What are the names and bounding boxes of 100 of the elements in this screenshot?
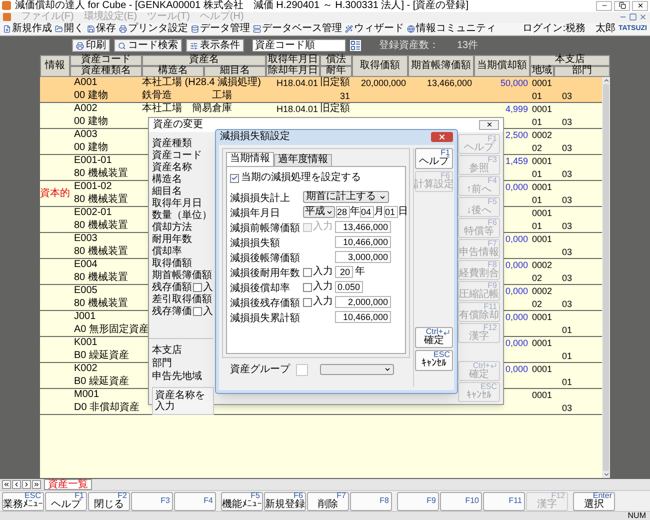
function-key[interactable]: F2 閉じる: [88, 492, 130, 510]
function-key[interactable]: Ctrl+ 確定: [415, 326, 453, 348]
table-cell-text: 02: [531, 274, 542, 283]
input-field[interactable]: 28: [336, 206, 350, 218]
input-field[interactable]: [296, 364, 308, 376]
scrollbar[interactable]: [602, 76, 610, 478]
dropdown[interactable]: [320, 364, 394, 376]
input-field[interactable]: 0.050: [335, 281, 363, 294]
dialog-title: 資産の変更: [153, 120, 203, 130]
list-icon[interactable]: [350, 40, 361, 52]
tab[interactable]: 過年度情報: [274, 154, 332, 166]
table-cell-text: 03: [561, 92, 572, 101]
column-header: 取得価額: [352, 54, 408, 77]
sheet-tab[interactable]: 資産一覧: [44, 479, 92, 490]
column-header: 部門: [554, 66, 610, 77]
minimize-button[interactable]: [596, 0, 612, 11]
scroll-up-icon[interactable]: [602, 76, 610, 84]
checkbox[interactable]: [230, 174, 239, 183]
printer-icon: [76, 42, 84, 50]
input-field[interactable]: 10,466,000: [335, 311, 391, 324]
next-sheet-button[interactable]: [22, 480, 31, 490]
dropdown[interactable]: 期首に計上する: [303, 191, 389, 204]
function-key[interactable]: ESC 業務ﾒﾆｭｰ: [2, 492, 44, 510]
field-label: 残存価額: [152, 282, 192, 294]
unit-label: 日: [398, 207, 408, 218]
input-field[interactable]: 2,000,000: [335, 296, 391, 308]
close-button[interactable]: [632, 0, 648, 11]
function-key[interactable]: F10: [440, 492, 482, 510]
last-sheet-button[interactable]: [32, 480, 41, 490]
dialog-title: 減損損失額設定: [220, 132, 290, 142]
function-key[interactable]: F7 削除: [307, 492, 349, 510]
toolbar-button[interactable]: 印刷: [72, 39, 110, 52]
input-field[interactable]: 13,466,000: [335, 221, 391, 234]
table-cell-text: 03: [561, 248, 572, 257]
table-cell-text: A0 無形固定資産: [73, 325, 150, 336]
function-key[interactable]: F11: [483, 492, 525, 510]
save-icon: [87, 24, 95, 33]
table-cell-text: K002: [73, 364, 98, 374]
table-cell-text: 03: [561, 222, 572, 231]
close-icon[interactable]: [639, 13, 647, 22]
toolbar-button[interactable]: 保存: [87, 24, 116, 34]
function-key[interactable]: F9: [397, 492, 439, 510]
checkbox[interactable]: [303, 282, 312, 292]
checkbox-label: 入力: [313, 297, 333, 308]
toolbar-button[interactable]: データベース管理: [253, 24, 342, 34]
input-field[interactable]: 10,466,000: [335, 236, 391, 248]
toolbar-button[interactable]: 開く: [55, 24, 84, 34]
name-input-box[interactable]: 資産名称を入力: [152, 386, 214, 415]
toolbar-button[interactable]: 情報コミュニティ: [407, 24, 496, 34]
sort-field[interactable]: 資産コード順: [252, 39, 346, 52]
table-cell-text: 0,000: [505, 182, 529, 192]
checkbox[interactable]: [303, 298, 312, 307]
function-key[interactable]: F8: [350, 492, 392, 510]
field-label: 構造名: [152, 174, 182, 186]
restore-button[interactable]: [614, 0, 630, 11]
checkbox[interactable]: [193, 283, 202, 292]
toolbar-button[interactable]: ウィザード: [345, 24, 404, 34]
function-key[interactable]: Enter 選択: [573, 492, 615, 510]
field-label: 資産グループ: [230, 364, 290, 375]
table-cell-text: 80 機械装置: [73, 299, 128, 310]
checkbox[interactable]: [193, 307, 202, 316]
function-key[interactable]: F5 機能ﾒﾆｭｰ: [221, 492, 263, 510]
printer-icon: [119, 24, 127, 33]
table-cell-text: 0,000: [505, 338, 529, 348]
field-label: 取得価額: [152, 258, 192, 270]
toolbar-button[interactable]: コード検索: [114, 39, 182, 52]
scroll-down-icon[interactable]: [602, 470, 610, 478]
table-cell-text: 13,466,000: [426, 78, 473, 88]
maximize-icon[interactable]: [629, 13, 637, 22]
table-cell-text: 02: [531, 300, 542, 309]
column-header: 除却年月日: [266, 66, 320, 77]
input-field[interactable]: 20: [335, 266, 353, 278]
previous-sheet-button[interactable]: [12, 480, 21, 490]
caret-icon: [379, 194, 386, 201]
function-key[interactable]: F1 ヘルプ: [415, 148, 453, 169]
toolbar-button[interactable]: データ管理: [191, 24, 250, 34]
function-key[interactable]: F3: [131, 492, 173, 510]
checkbox[interactable]: [303, 268, 312, 277]
toolbar-button[interactable]: プリンタ設定: [119, 24, 188, 34]
tab[interactable]: 当期情報: [226, 152, 274, 166]
column-header: 期首帳簿価額: [408, 54, 474, 77]
function-key[interactable]: F1 ヘルプ: [45, 492, 87, 510]
first-icon: [3, 481, 10, 488]
field-label: 耐用年数: [152, 234, 192, 246]
table-cell-text: J001: [73, 312, 96, 322]
input-field[interactable]: 04: [360, 206, 374, 218]
dropdown[interactable]: 平成: [303, 206, 335, 218]
function-key[interactable]: F4: [174, 492, 216, 510]
table-row[interactable]: A001 00 建物 本社工場 (H28.4 減損処理) 鉄骨造 工場 H18.04.01 旧定額 31 20,000,000 13,466,000 50,000 0001 01 03: [40, 76, 602, 103]
first-sheet-button[interactable]: [2, 480, 11, 490]
input-field[interactable]: 01: [384, 206, 398, 218]
toolbar-button[interactable]: 新規作成: [3, 24, 52, 34]
unit-label: 年: [355, 267, 365, 278]
field-label: 償却率: [152, 246, 182, 258]
input-field[interactable]: 3,000,000: [335, 251, 391, 264]
function-key[interactable]: ESC ｷｬﾝｾﾙ: [415, 350, 453, 371]
enter-key-icon: [443, 328, 450, 336]
restore-icon: [618, 2, 626, 10]
function-key[interactable]: F6 新規登録: [264, 492, 306, 510]
toolbar-button[interactable]: 表示条件: [186, 39, 244, 52]
